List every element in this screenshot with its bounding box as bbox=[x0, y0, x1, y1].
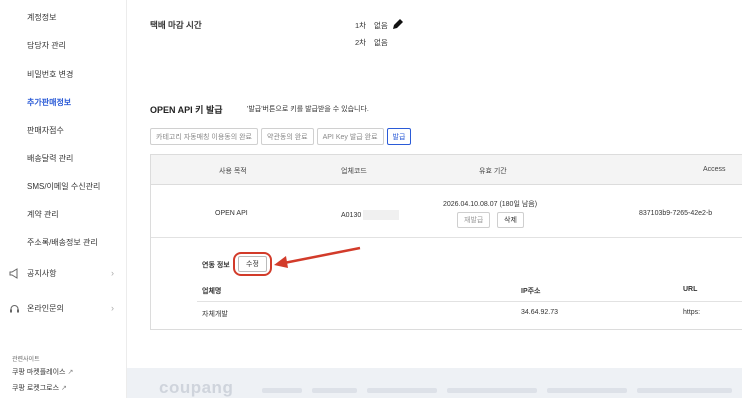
row-access-key: 837103b9-7265-42e2-b bbox=[639, 210, 713, 217]
sub-row-name: 자체개발 bbox=[202, 311, 228, 318]
sub-col-url: URL bbox=[683, 286, 698, 293]
footer-link[interactable] bbox=[367, 388, 437, 393]
footer-link[interactable] bbox=[262, 388, 302, 393]
sidebar-item-sms-email[interactable]: SMS/이메일 수신관리 bbox=[27, 181, 100, 192]
link-info-label: 연동 정보 bbox=[202, 262, 230, 269]
reissue-button[interactable]: 재발급 bbox=[457, 212, 491, 228]
related-link-marketplace[interactable]: 쿠팡 마켓플레이스 ↗ bbox=[12, 367, 73, 377]
annotation-arrow-icon bbox=[274, 246, 361, 268]
api-key-table: 사용 목적 업체코드 유효 기간 Access OPEN API A0130 2… bbox=[150, 154, 742, 330]
sidebar-item-password[interactable]: 비밀번호 변경 bbox=[27, 69, 73, 80]
divider bbox=[151, 237, 742, 238]
sidebar-item-manager[interactable]: 담당자 관리 bbox=[27, 40, 66, 51]
api-key-issued-button[interactable]: API Key 발급 완료 bbox=[316, 128, 384, 145]
sidebar-item-label: 공지사항 bbox=[27, 268, 57, 278]
footer-link[interactable] bbox=[637, 388, 732, 393]
col-expiry: 유효 기간 bbox=[479, 168, 507, 175]
delivery-cutoff-title: 택배 마감 시간 bbox=[150, 20, 202, 30]
footer-link[interactable] bbox=[312, 388, 357, 393]
delete-button[interactable]: 삭제 bbox=[497, 212, 524, 228]
pencil-icon[interactable] bbox=[391, 17, 405, 33]
sub-col-ip: IP주소 bbox=[521, 288, 541, 295]
sub-row-url: https: bbox=[683, 309, 701, 316]
external-link-icon: ↗ bbox=[61, 385, 67, 392]
footer-link[interactable] bbox=[447, 388, 537, 393]
row-purpose: OPEN API bbox=[215, 210, 248, 217]
open-api-description: '발급'버튼으로 키를 발급받을 수 있습니다. bbox=[247, 106, 369, 113]
divider bbox=[197, 301, 742, 302]
terms-agree-button[interactable]: 약관동의 완료 bbox=[261, 128, 314, 145]
related-link-rocket-growth[interactable]: 쿠팡 로켓그로스 ↗ bbox=[12, 383, 67, 393]
headset-icon bbox=[8, 302, 20, 314]
sub-row-ip: 34.64.92.73 bbox=[521, 309, 558, 316]
related-link-label: 쿠팡 마켓플레이스 bbox=[12, 369, 66, 376]
related-sites-heading: 관련사이트 bbox=[12, 357, 40, 363]
api-status-buttons: 카테고리 자동매칭 이용동의 완료 약관동의 완료 API Key 발급 완료 … bbox=[150, 128, 412, 145]
col-access: Access bbox=[703, 166, 726, 173]
sub-col-name: 업체명 bbox=[202, 288, 222, 295]
sidebar-item-label: 온라인문의 bbox=[27, 303, 64, 313]
footer: coupang bbox=[127, 368, 742, 398]
megaphone-icon bbox=[8, 267, 20, 279]
annotation-highlight-box bbox=[233, 252, 272, 276]
issue-button[interactable]: 발급 bbox=[386, 128, 412, 145]
delivery-row1-label: 1차 bbox=[355, 21, 367, 30]
delivery-row2-value: 없음 bbox=[374, 38, 388, 47]
row-expiry: 2026.04.10.08.07 (180일 남음) bbox=[443, 201, 538, 208]
footer-logo: coupang bbox=[159, 378, 234, 397]
main-content: 택배 마감 시간 1차 없음 2차 없음 OPEN API 키 발급 '발급'버… bbox=[150, 0, 742, 398]
footer-link[interactable] bbox=[547, 388, 627, 393]
sidebar-item-address-book[interactable]: 주소록/배송정보 관리 bbox=[27, 237, 98, 248]
table-header: 사용 목적 업체코드 유효 기간 Access bbox=[151, 155, 742, 185]
row-vendor-code: A0130 bbox=[341, 210, 400, 220]
related-link-label: 쿠팡 로켓그로스 bbox=[12, 385, 60, 392]
delivery-row1-value: 없음 bbox=[374, 21, 388, 30]
col-vendor-code: 업체코드 bbox=[341, 168, 367, 175]
masked-value bbox=[363, 210, 400, 220]
sidebar-item-seller-score[interactable]: 판매자점수 bbox=[27, 125, 64, 136]
sidebar-item-contract[interactable]: 계약 관리 bbox=[27, 209, 59, 220]
chevron-right-icon: › bbox=[111, 268, 114, 278]
external-link-icon: ↗ bbox=[67, 369, 74, 376]
chevron-right-icon: › bbox=[111, 303, 114, 313]
sidebar-item-notice[interactable]: 공지사항 › bbox=[8, 267, 120, 279]
vendor-code-text: A0130 bbox=[341, 211, 362, 219]
category-agree-button[interactable]: 카테고리 자동매칭 이용동의 완료 bbox=[150, 128, 258, 145]
col-purpose: 사용 목적 bbox=[219, 168, 247, 175]
sidebar-item-inquiry[interactable]: 온라인문의 › bbox=[8, 302, 120, 314]
delivery-row2-label: 2차 bbox=[355, 38, 367, 47]
sidebar-item-delivery-calendar[interactable]: 배송달력 관리 bbox=[27, 153, 73, 164]
sidebar-item-account-info[interactable]: 계정정보 bbox=[27, 12, 56, 23]
open-api-title: OPEN API 키 발급 bbox=[150, 105, 223, 115]
sidebar-item-additional-sales[interactable]: 추가판매정보 bbox=[27, 97, 71, 108]
sidebar: 계정정보 담당자 관리 비밀번호 변경 추가판매정보 판매자점수 배송달력 관리… bbox=[0, 0, 127, 398]
